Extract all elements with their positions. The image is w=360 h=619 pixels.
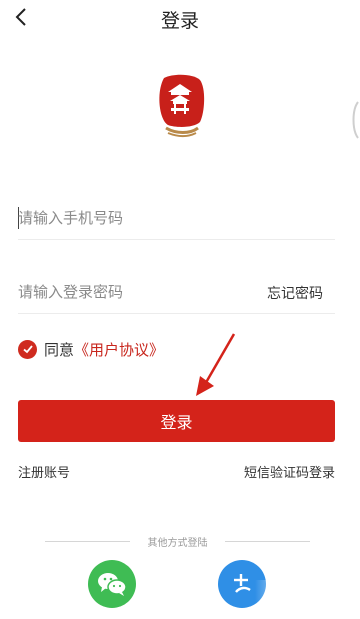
password-field: 忘记密码: [18, 270, 335, 314]
annotation-arrow-icon: [196, 333, 236, 396]
phone-field: [18, 196, 335, 240]
agree-label: 同意: [44, 340, 75, 359]
header-bar: 登录: [0, 0, 360, 36]
app-logo: [150, 70, 210, 140]
other-login-divider: 其他方式登陆: [45, 534, 310, 549]
password-input[interactable]: [18, 270, 248, 314]
check-icon: [22, 345, 33, 354]
register-link[interactable]: 注册账号: [18, 462, 70, 481]
phone-input[interactable]: [18, 196, 248, 240]
wechat-icon: [98, 573, 127, 596]
login-button[interactable]: 登录: [18, 400, 335, 442]
other-login-icon: [234, 574, 251, 593]
agreement-checkbox[interactable]: [18, 339, 37, 359]
edge-bracket-icon: [350, 100, 360, 140]
user-agreement-link[interactable]: 《用户协议》: [74, 339, 164, 360]
agreement-row: 同意 《用户协议》: [18, 337, 164, 361]
sms-login-link[interactable]: 短信验证码登录: [244, 462, 335, 481]
divider-line: [225, 541, 310, 542]
wechat-login-button[interactable]: [88, 560, 136, 608]
forgot-password-link[interactable]: 忘记密码: [267, 283, 323, 303]
page-title: 登录: [160, 10, 199, 32]
watermark-overlay: [255, 580, 360, 619]
